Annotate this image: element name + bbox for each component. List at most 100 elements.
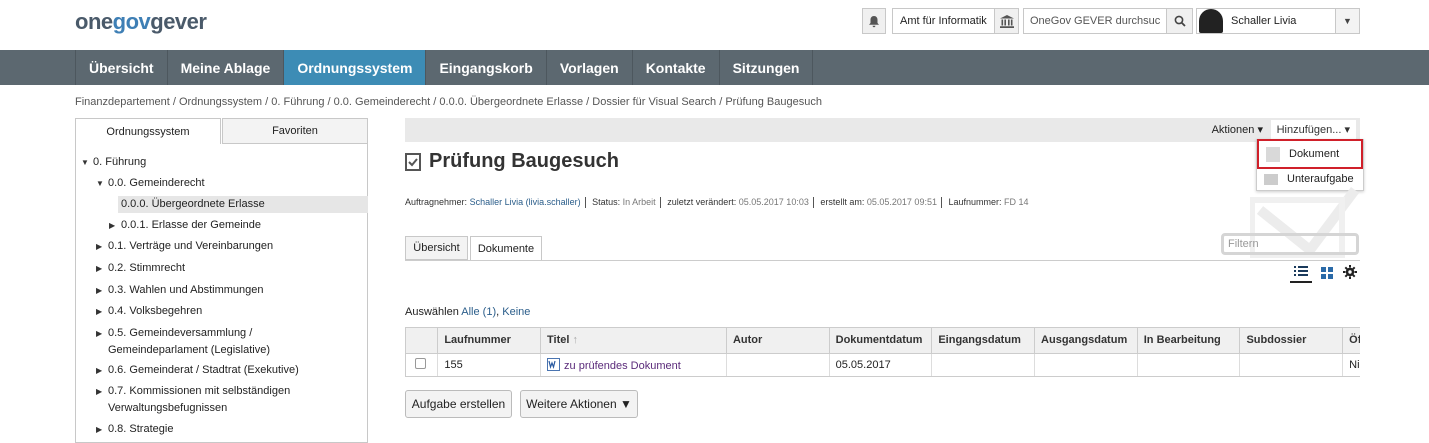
tree-item[interactable]: ▶ 0.8. Strategie (96, 421, 173, 438)
caret-right-icon[interactable]: ▶ (96, 282, 102, 299)
caret-right-icon[interactable]: ▶ (96, 238, 102, 255)
tree-item-label: 0.1. Verträge und Vereinbarungen (108, 240, 274, 252)
status-value: In Arbeit (622, 197, 656, 207)
cell-dokumentdatum: 05.05.2017 (829, 353, 933, 376)
tree-item[interactable]: ▼ 0.0. Gemeinderecht (96, 175, 205, 192)
column-header-dokumentdatum[interactable]: Dokumentdatum (829, 328, 933, 354)
caret-right-icon[interactable]: ▶ (96, 421, 102, 438)
search-input[interactable]: OneGov GEVER durchsuc (1030, 15, 1160, 27)
task-icon (405, 152, 421, 171)
breadcrumb[interactable]: Finanzdepartement / Ordnungssystem / 0. … (75, 96, 822, 108)
created-label: erstellt am: (820, 197, 865, 207)
cell-in-bearbeitung (1137, 353, 1241, 376)
column-header-eingangsdatum[interactable]: Eingangsdatum (931, 328, 1036, 354)
divider (584, 197, 586, 209)
grid-view-icon[interactable] (1320, 266, 1334, 280)
row-select-cell (406, 353, 439, 376)
tab-uebersicht[interactable]: Übersicht (405, 236, 468, 260)
user-name: Schaller Livia (1231, 15, 1297, 27)
select-label: Auswählen (405, 306, 459, 318)
caret-right-icon[interactable]: ▶ (96, 325, 102, 342)
nav-item-vorlagen[interactable]: Vorlagen (547, 50, 633, 85)
add-label: Hinzufügen... (1276, 124, 1342, 136)
filter-input[interactable]: Filtern (1221, 233, 1359, 255)
tab-favoriten[interactable]: Favoriten (222, 118, 368, 144)
tree-item[interactable]: ▶ 0.4. Volksbegehren (96, 303, 203, 320)
tab-ordnungssystem[interactable]: Ordnungssystem (75, 118, 221, 144)
list-view-icon[interactable] (1290, 263, 1312, 283)
caret-right-icon[interactable]: ▶ (96, 303, 102, 320)
select-none-link[interactable]: Keine (502, 306, 530, 318)
row-checkbox[interactable] (415, 357, 426, 369)
column-header-titel[interactable]: Titel ↑ (540, 328, 727, 354)
column-header-laufnummer[interactable]: Laufnummer (437, 328, 542, 354)
divider (812, 197, 814, 209)
caret-right-icon[interactable]: ▶ (109, 217, 115, 234)
nav-item-ordnungssystem[interactable]: Ordnungssystem (284, 50, 427, 85)
create-task-button[interactable]: Aufgabe erstellen (405, 390, 512, 418)
main-navigation: Übersicht Meine Ablage Ordnungssystem Ei… (0, 50, 1429, 85)
tree-item[interactable]: ▶ 0.5. Gemeindeversammlung / Gemeindeparla… (96, 325, 270, 359)
org-unit-selector[interactable]: Amt für Informatik (892, 8, 1019, 34)
notifications-button[interactable] (862, 8, 886, 34)
column-header-subdossier[interactable]: Subdossier (1239, 328, 1344, 354)
caret-down-icon[interactable]: ▼ (96, 175, 104, 192)
caret-down-icon: ▾ (1344, 124, 1350, 136)
column-header-in-bearbeitung[interactable]: In Bearbeitung (1137, 328, 1241, 354)
tree-item-label-line2: Verwaltungsbefugnissen (108, 402, 228, 414)
user-menu[interactable]: Schaller Livia ▼ (1196, 8, 1360, 34)
caret-right-icon[interactable]: ▶ (96, 383, 102, 400)
action-bar: Aktionen ▾ Hinzufügen... ▾ (405, 118, 1360, 142)
nav-item-eingangskorb[interactable]: Eingangskorb (426, 50, 547, 85)
actions-menu[interactable]: Aktionen ▾ (1212, 123, 1263, 136)
chevron-down-icon[interactable]: ▼ (1335, 9, 1359, 33)
created-value: 05.05.2017 09:51 (866, 197, 937, 207)
column-header-ausgangsdatum[interactable]: Ausgangsdatum (1034, 328, 1138, 354)
page-title-text: Prüfung Baugesuch (429, 150, 620, 172)
tree-item-label: 0.6. Gemeinderat / Stadtrat (Exekutive) (108, 364, 299, 376)
menu-item-dokument[interactable]: Dokument (1257, 139, 1363, 169)
word-document-icon (547, 357, 561, 371)
tree-item[interactable]: ▶ 0.3. Wahlen und Abstimmungen (96, 282, 264, 299)
tree-item-label: 0.4. Volksbegehren (108, 305, 203, 317)
caret-right-icon[interactable]: ▶ (96, 362, 102, 379)
tree-item[interactable]: ▼ 0. Führung (81, 154, 147, 171)
more-actions-button[interactable]: Weitere Aktionen ▼ (520, 390, 638, 418)
nav-item-uebersicht[interactable]: Übersicht (76, 50, 168, 85)
document-link[interactable]: zu prüfendes Dokument (564, 360, 681, 372)
tree-item-label: 0.5. Gemeindeversammlung / (108, 327, 253, 339)
caret-down-icon[interactable]: ▼ (81, 154, 89, 171)
cell-laufnummer: 155 (437, 353, 542, 376)
tree-item[interactable]: ▶ 0.7. Kommissionen mit selbständigen Verw… (96, 383, 290, 417)
tree-item-label: 0. Führung (93, 156, 147, 168)
column-header-autor[interactable]: Autor (726, 328, 830, 354)
divider (940, 197, 942, 209)
nav-item-meine-ablage[interactable]: Meine Ablage (168, 50, 285, 85)
tree-item-label: 0.0.0. Übergeordnete Erlasse (121, 198, 265, 210)
status-label: Status: (592, 197, 621, 207)
tree-item[interactable]: ▶ 0.2. Stimmrecht (96, 260, 185, 277)
logo[interactable]: onegovgever (75, 9, 207, 35)
assignee-link[interactable]: Schaller Livia (livia.schaller) (470, 197, 581, 207)
tab-dokumente[interactable]: Dokumente (470, 236, 542, 260)
sort-arrow-icon: ↑ (572, 334, 579, 347)
tree-item-label: 0.0.1. Erlasse der Gemeinde (121, 219, 262, 231)
nav-item-sitzungen[interactable]: Sitzungen (720, 50, 814, 85)
cell-ausgangsdatum (1034, 353, 1138, 376)
add-menu-button[interactable]: Hinzufügen... ▾ (1270, 120, 1356, 140)
divider (659, 197, 661, 209)
column-header-oeffentlichkeit[interactable]: Öffentli (1342, 328, 1360, 354)
gear-icon[interactable] (1343, 265, 1357, 279)
tree-item[interactable]: ▶ 0.6. Gemeinderat / Stadtrat (Exekutive) (96, 362, 299, 379)
tree-item-selected[interactable]: 0.0.0. Übergeordnete Erlasse (118, 196, 368, 213)
modified-value: 05.05.2017 10:03 (738, 197, 809, 207)
tree-item[interactable]: ▶ 0.1. Verträge und Vereinbarungen (96, 238, 274, 255)
bell-icon (869, 15, 879, 27)
search-field[interactable]: OneGov GEVER durchsuc (1023, 8, 1193, 34)
select-all-link[interactable]: Alle (1) (461, 306, 496, 318)
nav-item-kontakte[interactable]: Kontakte (633, 50, 720, 85)
search-button[interactable] (1166, 9, 1192, 33)
avatar (1199, 9, 1223, 33)
caret-right-icon[interactable]: ▶ (96, 260, 102, 277)
tree-item[interactable]: ▶ 0.0.1. Erlasse der Gemeinde (109, 217, 262, 234)
